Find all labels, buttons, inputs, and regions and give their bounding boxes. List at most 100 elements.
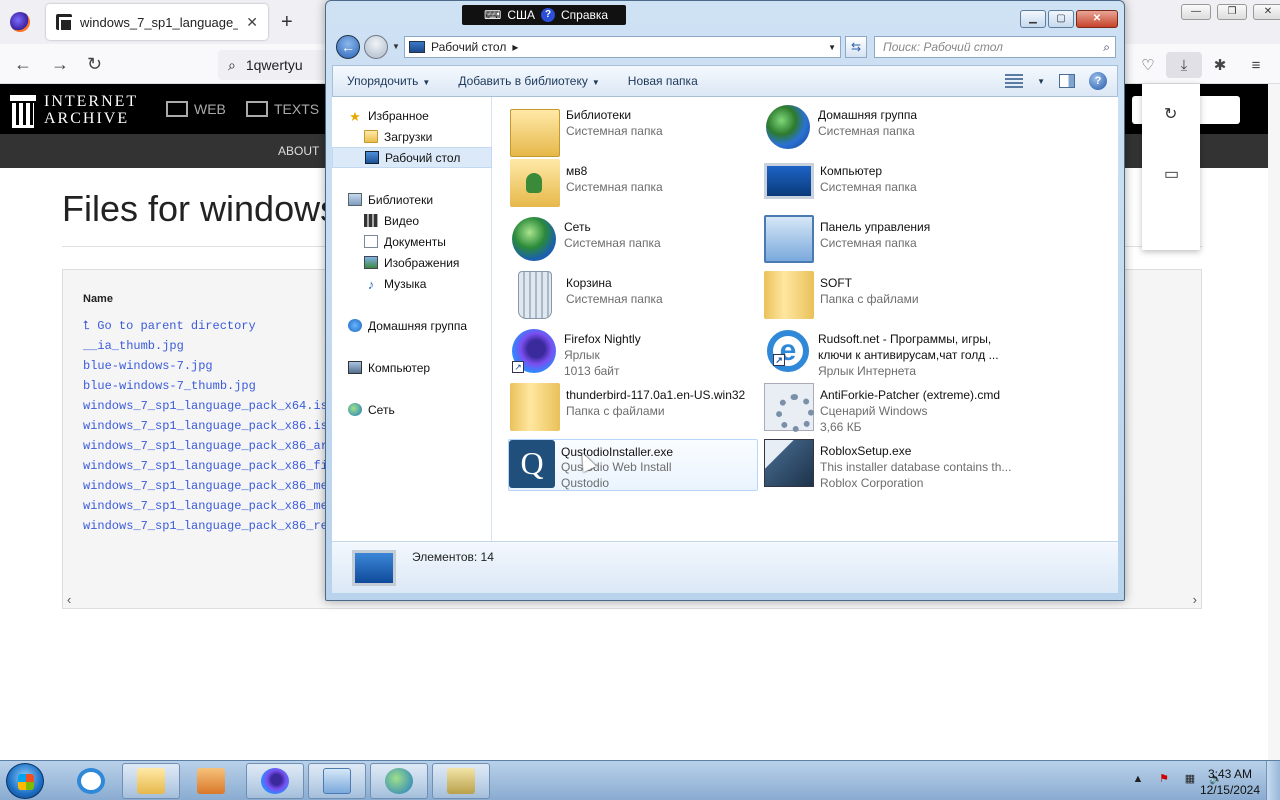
- file-link[interactable]: blue-windows-7.jpg: [83, 356, 335, 376]
- browser-tab[interactable]: windows_7_sp1_language_pack ✕: [46, 4, 268, 40]
- start-button[interactable]: [6, 763, 44, 799]
- about-link[interactable]: ABOUT: [278, 144, 319, 158]
- item-name-line-2: ключи к антивирусам,чат голд ...: [818, 348, 999, 362]
- logo-line-2: ARCHIVE: [44, 110, 130, 127]
- menu-texts[interactable]: TEXTS: [246, 101, 319, 117]
- item-network[interactable]: Сеть Системная папка: [510, 215, 760, 267]
- show-desktop-button[interactable]: [1266, 761, 1280, 800]
- item-firefox-nightly[interactable]: ↗ Firefox Nightly Ярлык 1013 байт: [510, 327, 760, 379]
- organize-button[interactable]: Упорядочить ▼: [333, 74, 444, 88]
- item-rudsoft-link[interactable]: e ↗ Rudsoft.net - Программы, игры, ключи к…: [764, 327, 1014, 379]
- nav-downloads[interactable]: Загрузки: [332, 126, 492, 147]
- forward-arrow-icon[interactable]: →: [51, 54, 69, 75]
- scroll-right-icon[interactable]: ›: [1193, 592, 1197, 607]
- forward-button[interactable]: [364, 35, 388, 59]
- search-input[interactable]: Поиск: Рабочий стол ⌕: [874, 36, 1116, 58]
- item-name: Rudsoft.net - Программы, игры,: [818, 332, 992, 346]
- maximize-button[interactable]: ▢: [1048, 10, 1074, 28]
- taskbar-archive-app[interactable]: [432, 763, 490, 799]
- firefox-icon[interactable]: [10, 12, 30, 32]
- browser-restore-button[interactable]: ❐: [1217, 4, 1247, 20]
- breadcrumb-arrow-icon[interactable]: ▸: [512, 40, 518, 54]
- extensions-icon[interactable]: ✱: [1202, 52, 1238, 78]
- file-link[interactable]: windows_7_sp1_language_pack_x86_met: [83, 476, 335, 496]
- address-dropdown-icon[interactable]: ▼: [828, 43, 836, 52]
- name-column-header[interactable]: Name: [83, 293, 113, 305]
- item-antiforkie-cmd[interactable]: AntiForkie-Patcher (extreme).cmd Сценарий…: [764, 383, 1014, 435]
- security-alert-icon[interactable]: ⚑: [1156, 771, 1172, 787]
- taskbar-internet-explorer[interactable]: [62, 763, 120, 799]
- reload-icon[interactable]: ↻: [87, 54, 102, 75]
- file-link[interactable]: blue-windows-7_thumb.jpg: [83, 376, 335, 396]
- close-button[interactable]: ✕: [1076, 10, 1118, 28]
- refresh-icon[interactable]: ↻: [1164, 104, 1177, 124]
- address-bar[interactable]: Рабочий стол ▸ ▼: [404, 36, 841, 58]
- item-size: 3,66 КБ: [820, 420, 862, 434]
- scroll-left-icon[interactable]: ‹: [67, 592, 71, 607]
- taskbar-media-player[interactable]: [182, 763, 240, 799]
- item-thunderbird-folder[interactable]: thunderbird-117.0a1.en-US.win32 Папка с ф…: [510, 383, 760, 435]
- taskbar-control-panel[interactable]: [308, 763, 366, 799]
- nav-computer[interactable]: Компьютер: [332, 357, 492, 378]
- file-link[interactable]: __ia_thumb.jpg: [83, 336, 335, 356]
- file-link[interactable]: windows_7_sp1_language_pack_x86_rev: [83, 516, 335, 536]
- page-vertical-scrollbar[interactable]: [1268, 84, 1280, 760]
- app-menu-icon[interactable]: ≡: [1238, 52, 1274, 78]
- item-libraries[interactable]: Библиотеки Системная папка: [510, 103, 760, 157]
- new-folder-button[interactable]: Новая папка: [614, 74, 712, 88]
- item-computer[interactable]: Компьютер Системная папка: [764, 159, 1014, 211]
- archive-logo[interactable]: INTERNET ARCHIVE: [10, 93, 138, 128]
- minimize-button[interactable]: ▁: [1020, 10, 1046, 28]
- folder-icon[interactable]: ▭: [1164, 164, 1179, 184]
- help-icon[interactable]: ?: [1089, 72, 1107, 90]
- nav-documents[interactable]: Документы: [332, 231, 492, 252]
- taskbar-network[interactable]: [370, 763, 428, 799]
- nav-libraries[interactable]: Библиотеки: [332, 189, 492, 210]
- browser-close-button[interactable]: ✕: [1253, 4, 1280, 20]
- show-hidden-icons[interactable]: ▲: [1130, 771, 1146, 787]
- language-indicator[interactable]: США: [507, 8, 535, 22]
- nav-homegroup[interactable]: Домашняя группа: [332, 315, 492, 336]
- item-name: RobloxSetup.exe: [820, 444, 912, 458]
- item-qustodio-installer[interactable]: Q QustodioInstaller.exe Qustodio Web Inst…: [508, 439, 758, 491]
- back-button[interactable]: ←: [336, 35, 360, 59]
- view-dropdown-icon[interactable]: ▼: [1037, 77, 1045, 86]
- close-tab-icon[interactable]: ✕: [246, 14, 258, 31]
- preview-pane-icon[interactable]: [1059, 74, 1075, 88]
- file-link[interactable]: windows_7_sp1_language_pack_x86.iso: [83, 416, 335, 436]
- refresh-button[interactable]: ⇆: [845, 36, 867, 58]
- item-homegroup[interactable]: Домашняя группа Системная папка: [764, 103, 1014, 155]
- nav-desktop[interactable]: Рабочий стол: [332, 147, 492, 168]
- language-help[interactable]: Справка: [561, 8, 608, 22]
- history-dropdown-icon[interactable]: ▼: [392, 42, 400, 51]
- item-control-panel[interactable]: Панель управления Системная папка: [764, 215, 1014, 267]
- item-roblox-setup[interactable]: RobloxSetup.exe This installer database c…: [764, 439, 1014, 491]
- pocket-icon[interactable]: ♡: [1130, 52, 1166, 78]
- taskbar-explorer[interactable]: [122, 763, 180, 799]
- file-link[interactable]: windows_7_sp1_language_pack_x86_met: [83, 496, 335, 516]
- help-icon[interactable]: ?: [541, 8, 555, 22]
- item-recycle-bin[interactable]: Корзина Системная папка: [510, 271, 760, 323]
- back-arrow-icon[interactable]: ←: [14, 54, 32, 75]
- item-user-folder[interactable]: мв8 Системная папка: [510, 159, 760, 211]
- item-type: Системная папка: [564, 236, 661, 250]
- parent-directory-link[interactable]: ⮤ Go to parent directory: [83, 316, 335, 336]
- nav-music[interactable]: ♪ Музыка: [332, 273, 492, 294]
- nav-images[interactable]: Изображения: [332, 252, 492, 273]
- network-status-icon[interactable]: ▦: [1182, 771, 1198, 787]
- clock[interactable]: 3:43 AM 12/15/2024: [1200, 766, 1260, 798]
- item-soft-folder[interactable]: SOFT Папка с файлами: [764, 271, 1014, 323]
- nav-video[interactable]: Видео: [332, 210, 492, 231]
- file-link[interactable]: windows_7_sp1_language_pack_x86_fil: [83, 456, 335, 476]
- menu-web[interactable]: WEB: [166, 101, 226, 117]
- downloads-icon[interactable]: ⤓: [1166, 52, 1202, 78]
- browser-minimize-button[interactable]: —: [1181, 4, 1211, 20]
- change-view-icon[interactable]: [1005, 74, 1024, 88]
- file-link[interactable]: windows_7_sp1_language_pack_x64.iso: [83, 396, 335, 416]
- nav-network[interactable]: Сеть: [332, 399, 492, 420]
- new-tab-button[interactable]: +: [281, 11, 293, 34]
- file-link[interactable]: windows_7_sp1_language_pack_x86_arc: [83, 436, 335, 456]
- taskbar-firefox[interactable]: [246, 763, 304, 799]
- add-to-library-button[interactable]: Добавить в библиотеку ▼: [444, 74, 613, 88]
- nav-favorites[interactable]: ★ Избранное: [332, 105, 492, 126]
